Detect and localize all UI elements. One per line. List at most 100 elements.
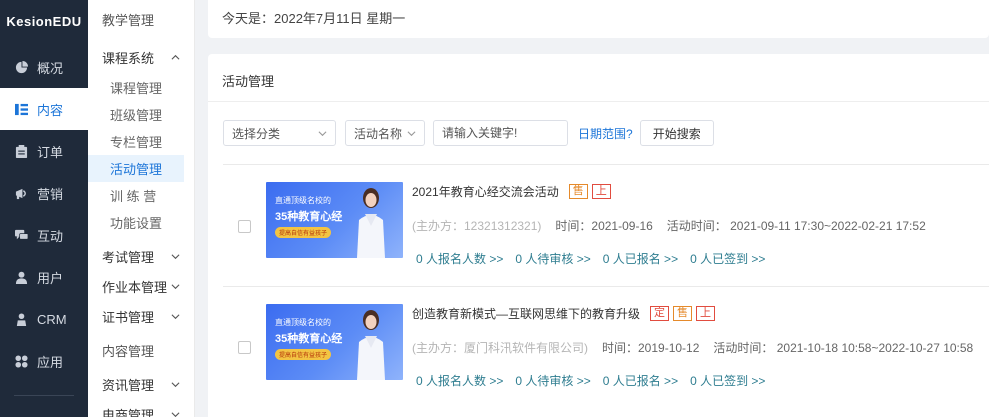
activity-title[interactable]: 创造教育新模式—互联网思维下的教育升级 定 售 上 <box>412 305 716 322</box>
stat-pending-link[interactable]: 0 人待审核 >> <box>515 374 590 388</box>
tag-online-badge: 上 <box>591 184 611 199</box>
nav-item-label: 互动 <box>37 228 64 244</box>
activity-title[interactable]: 2021年教育心经交流会活动 售 上 <box>412 183 611 200</box>
subnav-group-content[interactable]: 内容管理 <box>88 333 194 367</box>
subnav-group-label: 课程系统 <box>102 50 155 66</box>
stat-signup-count-link[interactable]: 0 人报名人数 >> <box>416 252 503 266</box>
list-icon <box>14 102 28 116</box>
field-select[interactable]: 活动名称 <box>345 120 425 146</box>
chevron-down-icon <box>171 313 180 319</box>
nav-item-label: 用户 <box>37 270 64 286</box>
category-select-value: 选择分类 <box>232 126 281 141</box>
subnav-item-class[interactable]: 班级管理 <box>88 101 194 128</box>
thumb-line1: 直通顶级名校的 <box>275 318 331 327</box>
subnav-item-settings[interactable]: 功能设置 <box>88 209 194 236</box>
activity-time-text: 活动时间： 2021-09-11 17:30~2022-02-21 17:52 <box>666 219 926 233</box>
subnav-item-camp[interactable]: 训 练 营 <box>88 182 194 209</box>
activity-meta: (主办方：12321312321) 时间：2021-09-16 活动时间： 2021… <box>412 217 926 234</box>
subnav-group-certificate[interactable]: 证书管理 <box>88 299 194 333</box>
subnav-group-label: 考试管理 <box>102 249 155 265</box>
organizer-text: (主办方：12321312321) <box>412 219 542 233</box>
filter-bar: 选择分类 活动名称 日期范围? 开始搜索 <box>223 120 714 146</box>
chevron-up-icon <box>171 54 180 60</box>
activity-card: 活动管理 选择分类 活动名称 日期范围? 开始搜索 直通顶级名校的 35种教育心… <box>208 54 989 417</box>
category-select[interactable]: 选择分类 <box>223 120 336 146</box>
chevron-down-icon <box>318 130 327 136</box>
subnav-group-homework[interactable]: 作业本管理 <box>88 269 194 303</box>
today-date-text: 今天是：2022年7月11日 星期一 <box>222 11 406 26</box>
activity-stats: 0 人报名人数 >> 0 人待审核 >> 0 人已报名 >> 0 人已签到 >> <box>416 372 777 389</box>
subnav-group-label: 作业本管理 <box>102 279 168 295</box>
chevron-down-icon <box>171 253 180 259</box>
subnav-group-label: 资讯管理 <box>102 377 155 393</box>
clipboard-icon <box>14 144 28 158</box>
main-area: 今天是：2022年7月11日 星期一 活动管理 选择分类 活动名称 日期范围? … <box>208 0 989 417</box>
date-range-link[interactable]: 日期范围? <box>578 125 633 142</box>
thumb-line2: 35种教育心经 <box>275 211 343 223</box>
stat-checked-in-link[interactable]: 0 人已签到 >> <box>690 374 765 388</box>
megaphone-icon <box>14 186 28 200</box>
sub-nav: 教学管理 课程系统 课程管理 班级管理 专栏管理 活动管理 训 练 营 功能设置… <box>88 0 195 417</box>
activity-stats: 0 人报名人数 >> 0 人待审核 >> 0 人已报名 >> 0 人已签到 >> <box>416 250 777 267</box>
row-checkbox[interactable] <box>238 341 251 354</box>
nav-item-label: 概况 <box>37 60 64 76</box>
brand-logo: KesionEDU <box>6 14 82 29</box>
subnav-group-course-system[interactable]: 课程系统 <box>88 40 194 74</box>
activity-title-text: 创造教育新模式—互联网思维下的教育升级 <box>412 307 641 321</box>
activity-time-text: 活动时间： 2021-10-18 10:58~2022-10-27 10:58 <box>713 341 974 355</box>
table-row: 直通顶级名校的 35种教育心经 提高自信有益孩子 创造教育新模式—互联网思维下的… <box>208 286 989 406</box>
stat-registered-link[interactable]: 0 人已报名 >> <box>603 252 678 266</box>
nav-item-content[interactable]: 内容 <box>0 88 88 130</box>
stat-signup-count-link[interactable]: 0 人报名人数 >> <box>416 374 503 388</box>
tag-fixed-badge: 定 <box>650 306 670 321</box>
date-bar: 今天是：2022年7月11日 星期一 <box>208 0 989 38</box>
subnav-group-label: 内容管理 <box>102 343 155 359</box>
search-button[interactable]: 开始搜索 <box>639 120 714 146</box>
nav-item-label: 应用 <box>37 354 64 370</box>
tag-sell-badge: 售 <box>568 184 588 199</box>
keyword-input[interactable] <box>433 120 568 146</box>
chevron-down-icon <box>407 130 416 136</box>
main-nav: KesionEDU 概况 内容 订单 营销 互动 用户 CRM 应用 <box>0 0 88 417</box>
stat-registered-link[interactable]: 0 人已报名 >> <box>603 374 678 388</box>
nav-item-users[interactable]: 用户 <box>0 256 88 298</box>
pie-chart-icon <box>14 60 28 74</box>
subnav-item-activity[interactable]: 活动管理 <box>88 155 184 182</box>
nav-item-orders[interactable]: 订单 <box>0 130 88 172</box>
field-select-value: 活动名称 <box>354 126 403 141</box>
activity-thumbnail[interactable]: 直通顶级名校的 35种教育心经 提高自信有益孩子 <box>266 182 403 258</box>
subnav-group-label: 证书管理 <box>102 309 155 325</box>
chevron-down-icon <box>171 411 180 417</box>
activity-title-text: 2021年教育心经交流会活动 <box>412 185 559 199</box>
nav-item-label: 营销 <box>37 186 64 202</box>
nav-item-label: CRM <box>37 311 67 327</box>
stat-pending-link[interactable]: 0 人待审核 >> <box>515 252 590 266</box>
subnav-item-column[interactable]: 专栏管理 <box>88 128 194 155</box>
nav-item-crm[interactable]: CRM <box>0 298 88 340</box>
table-row: 直通顶级名校的 35种教育心经 提高自信有益孩子 2021年教育心经交流会活动 … <box>208 164 989 284</box>
activity-meta: (主办方：厦门科汛软件有限公司) 时间：2019-10-12 活动时间： 2021-… <box>412 339 973 356</box>
subnav-group-news[interactable]: 资讯管理 <box>88 367 194 401</box>
thumb-line1: 直通顶级名校的 <box>275 196 331 205</box>
nav-item-interaction[interactable]: 互动 <box>0 214 88 256</box>
time-text: 时间：2019-10-12 <box>602 341 700 355</box>
thumb-line3: 提高自信有益孩子 <box>275 349 332 360</box>
time-text: 时间：2021-09-16 <box>555 219 653 233</box>
activity-thumbnail[interactable]: 直通顶级名校的 35种教育心经 提高自信有益孩子 <box>266 304 403 380</box>
nav-item-overview[interactable]: 概况 <box>0 46 88 88</box>
row-checkbox[interactable] <box>238 220 251 233</box>
card-title: 活动管理 <box>208 54 989 102</box>
tag-sell-badge: 售 <box>673 306 693 321</box>
subnav-group-teaching[interactable]: 教学管理 <box>88 2 194 36</box>
subnav-group-exam[interactable]: 考试管理 <box>88 239 194 273</box>
stat-checked-in-link[interactable]: 0 人已签到 >> <box>690 252 765 266</box>
thumb-line2: 35种教育心经 <box>275 333 343 345</box>
nav-item-marketing[interactable]: 营销 <box>0 172 88 214</box>
subnav-item-course[interactable]: 课程管理 <box>88 74 194 101</box>
organizer-text: (主办方：厦门科汛软件有限公司) <box>412 341 588 355</box>
subnav-group-ecommerce[interactable]: 电商管理 <box>88 397 194 417</box>
nav-item-apps[interactable]: 应用 <box>0 340 88 382</box>
nav-item-label: 内容 <box>37 102 64 118</box>
subnav-group-label: 电商管理 <box>102 407 155 417</box>
nav-item-label: 订单 <box>37 144 64 160</box>
